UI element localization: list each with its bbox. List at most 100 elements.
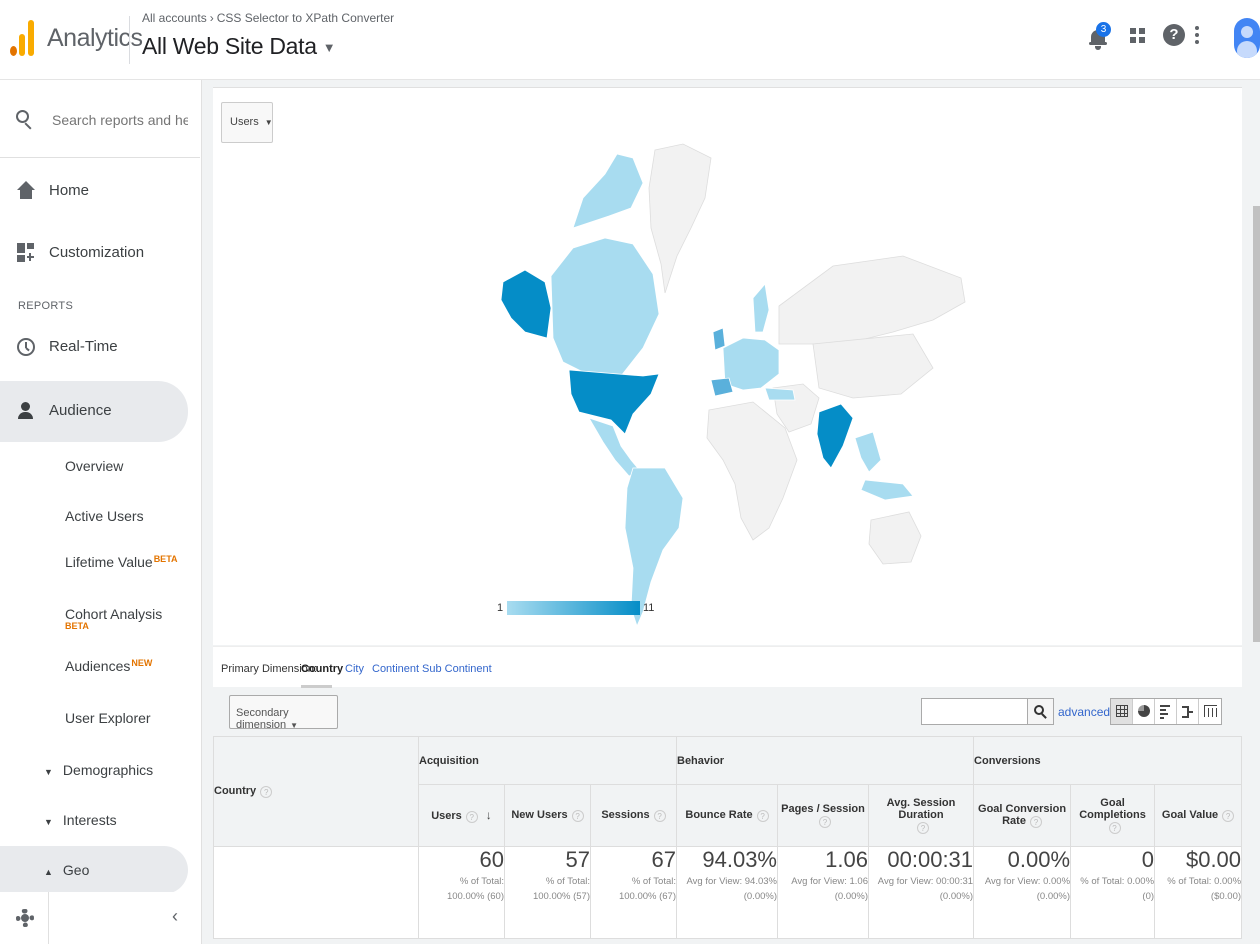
column-header-sessions[interactable]: Sessions? — [590, 784, 677, 847]
column-header-goal-value[interactable]: Goal Value? — [1154, 784, 1243, 847]
table-search-input[interactable] — [921, 698, 1028, 725]
header-divider — [129, 16, 130, 64]
map-region-europe — [722, 337, 780, 391]
sidebar-subitem-demographics[interactable]: ▼ Demographics — [44, 762, 153, 778]
report-table-container: Country? Acquisition Behavior Conversion… — [213, 736, 1243, 944]
property-selector[interactable]: All Web Site Data ▼ — [142, 33, 336, 60]
table-grid-icon — [1116, 705, 1128, 717]
sidebar-subitem-interests[interactable]: ▼ Interests — [44, 812, 117, 828]
sidebar-item-audience[interactable]: Audience — [0, 386, 200, 438]
sidebar-subitem-active-users[interactable]: Active Users — [65, 508, 144, 524]
help-icon[interactable]: ? — [571, 809, 584, 822]
breadcrumb-account-name[interactable]: CSS Selector to XPath Converter — [217, 11, 394, 25]
search-reports-input[interactable] — [50, 108, 190, 132]
user-avatar[interactable] — [1234, 18, 1260, 58]
app-header: Analytics All accounts › CSS Selector to X… — [0, 0, 1260, 80]
sidebar-subitem-overview[interactable]: Overview — [65, 458, 123, 474]
notifications-bell-icon[interactable]: 3 — [1088, 22, 1111, 50]
map-region-central-asia — [812, 333, 934, 399]
pie-chart-icon — [1138, 705, 1150, 717]
data-table-view-button[interactable] — [1111, 699, 1133, 724]
home-icon — [16, 181, 36, 201]
column-header-goal-conversion-rate[interactable]: Goal Conversion Rate? — [973, 784, 1072, 847]
sidebar-subitem-cohort-analysis[interactable]: Cohort Analysis BETA — [65, 606, 162, 631]
total-bounce-rate: 94.03% Avg for View: 94.03% (0.00%) — [676, 846, 778, 939]
dimension-country[interactable]: Country — [301, 663, 343, 675]
help-icon[interactable]: ? — [1108, 821, 1121, 834]
clock-icon — [16, 337, 36, 357]
column-header-bounce-rate[interactable]: Bounce Rate? — [676, 784, 778, 847]
primary-dimension-bar: Primary Dimension: Country City Continen… — [213, 646, 1242, 688]
table-search-button[interactable] — [1028, 698, 1054, 725]
total-users: 60% of Total: 100.00% (60) — [418, 846, 505, 939]
total-new-users: 57% of Total: 100.00% (57) — [504, 846, 591, 939]
geo-map-card: Users ▼ 1 11 — [213, 87, 1242, 645]
advanced-filter-link[interactable]: advanced — [1058, 705, 1110, 719]
pivot-view-button[interactable] — [1199, 699, 1221, 724]
collapse-sidebar-icon[interactable]: ‹ — [172, 906, 178, 927]
caret-down-icon: ▼ — [44, 767, 53, 777]
map-region-southeast-asia — [854, 431, 882, 473]
apps-grid-icon[interactable] — [1130, 28, 1146, 44]
sidebar-subitem-audiences[interactable]: AudiencesNEW — [65, 658, 152, 674]
column-header-avg-session-duration[interactable]: Avg. Session Duration? — [867, 784, 975, 847]
help-icon[interactable]: ? — [1029, 815, 1042, 828]
caret-down-icon: ▼ — [44, 817, 53, 827]
column-header-country[interactable]: Country? — [213, 736, 419, 847]
help-icon[interactable]: ? — [260, 785, 273, 798]
help-icon[interactable]: ? — [1222, 809, 1235, 822]
total-pages-per-session: 1.06 Avg for View: 1.06 (0.00%) — [777, 846, 869, 939]
sidebar-subitem-geo[interactable]: ▲ Geo — [44, 862, 89, 878]
sidebar-search — [0, 90, 200, 158]
gear-icon[interactable] — [14, 907, 36, 929]
sidebar-item-customization[interactable]: Customization — [0, 228, 200, 280]
help-icon[interactable]: ? — [1163, 24, 1185, 46]
sidebar-footer: ‹ — [0, 892, 200, 944]
page-scrollbar[interactable] — [1253, 206, 1260, 642]
help-icon[interactable]: ? — [917, 821, 930, 834]
map-legend-max: 11 — [643, 602, 655, 614]
help-icon[interactable]: ? — [819, 815, 831, 828]
sidebar-subitem-user-explorer[interactable]: User Explorer — [65, 710, 151, 726]
world-map[interactable] — [213, 88, 1242, 646]
total-goal-completions: 0% of Total: 0.00% (0) — [1070, 846, 1156, 939]
map-region-usa — [568, 369, 660, 435]
dimension-sub-continent[interactable]: Sub Continent — [422, 663, 492, 675]
sidebar-subitem-lifetime-value[interactable]: Lifetime ValueBETA — [65, 554, 178, 570]
total-goal-value: $0.00% of Total: 0.00% ($0.00) — [1154, 846, 1243, 939]
map-metric-dropdown[interactable]: Users ▼ — [221, 102, 273, 143]
help-icon[interactable]: ? — [465, 810, 478, 823]
sidebar-item-home[interactable]: Home — [0, 166, 200, 218]
secondary-dimension-dropdown[interactable]: Secondary dimension ▼ — [229, 695, 338, 731]
column-header-pages-per-session[interactable]: Pages / Session? — [777, 784, 869, 847]
table-view-switcher — [1110, 698, 1222, 725]
dimension-city[interactable]: City — [345, 663, 364, 675]
map-region-uk — [712, 327, 726, 351]
sidebar-nav: Home Customization REPORTS Real-Time Aud… — [0, 80, 202, 944]
chevron-right-icon: › — [209, 11, 214, 25]
performance-view-button[interactable] — [1155, 699, 1177, 724]
dimension-continent[interactable]: Continent — [372, 663, 419, 675]
more-options-icon[interactable] — [1195, 26, 1199, 44]
sidebar-item-realtime[interactable]: Real-Time — [0, 322, 200, 374]
secondary-dimension-label: Secondary dimension — [236, 707, 289, 731]
breadcrumb-accounts[interactable]: All accounts — [142, 11, 207, 25]
map-region-canada-arctic — [572, 153, 644, 229]
column-header-users[interactable]: Users? ↓ — [418, 784, 505, 847]
breadcrumb[interactable]: All accounts › CSS Selector to XPath Conve… — [142, 11, 394, 25]
caret-up-icon: ▲ — [44, 867, 53, 877]
comparison-view-button[interactable] — [1177, 699, 1199, 724]
help-icon[interactable]: ? — [756, 809, 769, 822]
new-badge: NEW — [131, 658, 153, 668]
report-table: Country? Acquisition Behavior Conversion… — [213, 736, 1243, 939]
column-header-goal-completions[interactable]: Goal Completions? — [1070, 784, 1156, 847]
sidebar-subitem-label: Interests — [62, 812, 117, 828]
analytics-logo-icon[interactable] — [10, 18, 36, 56]
map-region-spain — [710, 377, 734, 397]
column-header-new-users[interactable]: New Users? — [504, 784, 591, 847]
footer-divider — [48, 892, 49, 944]
person-icon — [16, 401, 36, 421]
map-region-indonesia — [860, 479, 914, 501]
percentage-view-button[interactable] — [1133, 699, 1155, 724]
help-icon[interactable]: ? — [653, 809, 666, 822]
